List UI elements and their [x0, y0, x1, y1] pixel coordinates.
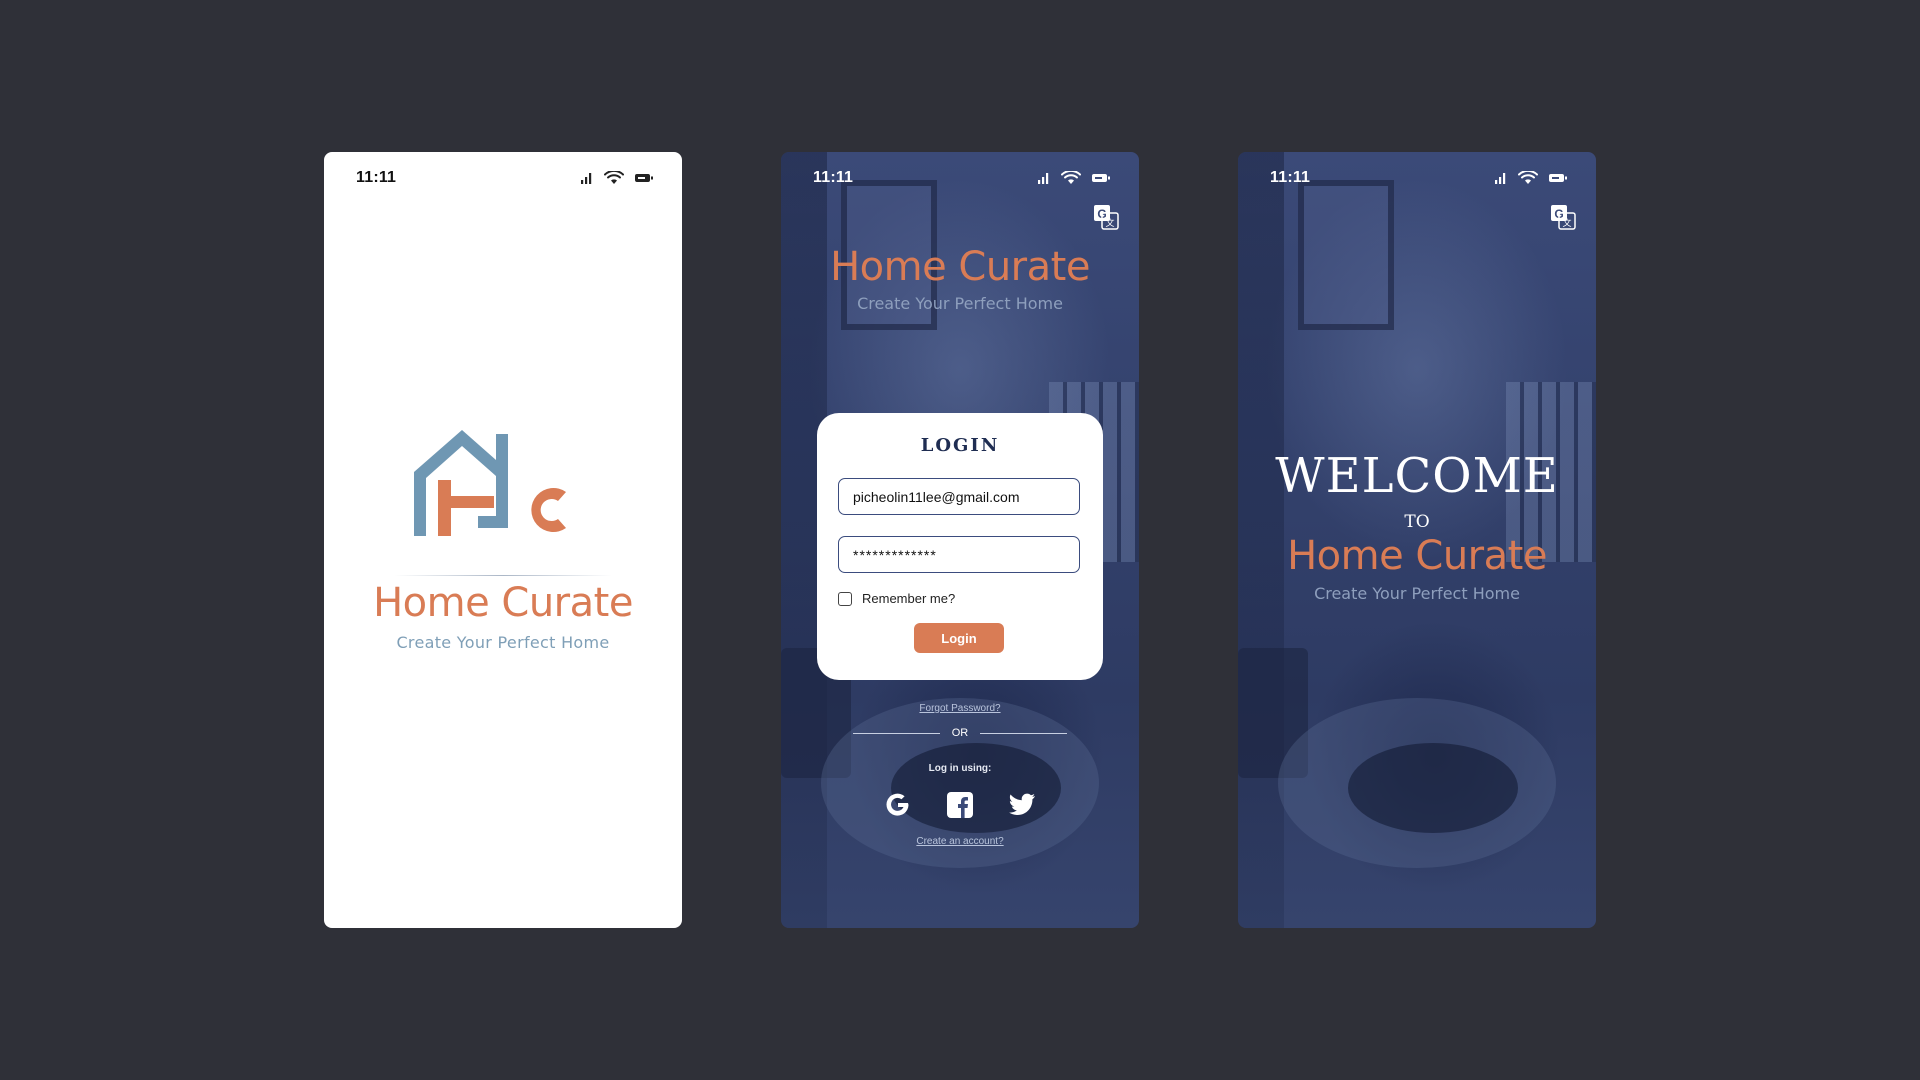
- svg-text:文: 文: [1105, 217, 1114, 229]
- splash-screen: 11:11 Home Curate Create Your Perfect Ho…: [324, 152, 682, 928]
- remember-me-label: Remember me?: [862, 591, 956, 606]
- wifi-icon: [1061, 171, 1081, 184]
- login-title: LOGIN: [920, 435, 1000, 456]
- status-time: 11:11: [356, 169, 397, 186]
- login-card: LOGIN Remember me? Login: [817, 413, 1103, 680]
- signal-icon: [581, 173, 592, 184]
- google-icon[interactable]: [883, 790, 913, 820]
- or-label: OR: [951, 727, 969, 739]
- signal-icon: [1038, 173, 1049, 184]
- hc-house-logo-icon: [414, 430, 566, 536]
- welcome-to: TO: [1404, 512, 1430, 532]
- battery-icon: [1092, 174, 1110, 182]
- create-account-link[interactable]: Create an account?: [781, 836, 1139, 847]
- password-field[interactable]: [838, 536, 1080, 573]
- remember-me-checkbox[interactable]: [838, 591, 852, 606]
- wifi-icon: [604, 171, 624, 184]
- status-icons: [1494, 171, 1568, 185]
- brand-tagline: Create Your Perfect Home: [1314, 584, 1520, 603]
- brand-name: Home Curate: [830, 244, 1090, 290]
- status-icons: [1037, 171, 1111, 185]
- status-bar: 11:11: [813, 168, 1111, 188]
- welcome-heading: WELCOME: [1275, 448, 1559, 504]
- translate-icon[interactable]: G 文: [1093, 204, 1119, 230]
- status-icons: [580, 171, 654, 185]
- divider-line-right: [980, 732, 1067, 734]
- forgot-password-link[interactable]: Forgot Password?: [781, 703, 1139, 714]
- social-login-row: [781, 790, 1139, 824]
- divider-line-left: [853, 732, 940, 734]
- logo-divider: [394, 575, 612, 576]
- remember-me-row[interactable]: Remember me?: [838, 591, 955, 606]
- facebook-icon[interactable]: [945, 790, 975, 820]
- log-in-using-label: Log in using:: [928, 763, 992, 774]
- brand-tagline: Create Your Perfect Home: [857, 294, 1063, 313]
- login-screen: 11:11 G 文 Home Curate Create Your Perfec…: [781, 152, 1139, 928]
- status-time: 11:11: [1270, 169, 1311, 186]
- battery-icon: [635, 174, 653, 182]
- brand-name: Home Curate: [1287, 533, 1547, 579]
- login-button[interactable]: Login: [914, 623, 1004, 653]
- brand-tagline: Create Your Perfect Home: [396, 633, 610, 652]
- status-bar: 11:11: [356, 168, 654, 188]
- welcome-screen: 11:11 G 文 WELCOME TO Home Curate Create …: [1238, 152, 1596, 928]
- status-time: 11:11: [813, 169, 854, 186]
- twitter-icon[interactable]: [1007, 790, 1037, 820]
- status-bar: 11:11: [1270, 168, 1568, 188]
- or-divider: OR: [853, 725, 1067, 741]
- svg-text:文: 文: [1562, 217, 1571, 229]
- email-field[interactable]: [838, 478, 1080, 515]
- brand-name: Home Curate: [373, 580, 633, 626]
- battery-icon: [1549, 174, 1567, 182]
- signal-icon: [1495, 173, 1506, 184]
- wifi-icon: [1518, 171, 1538, 184]
- translate-icon[interactable]: G 文: [1550, 204, 1576, 230]
